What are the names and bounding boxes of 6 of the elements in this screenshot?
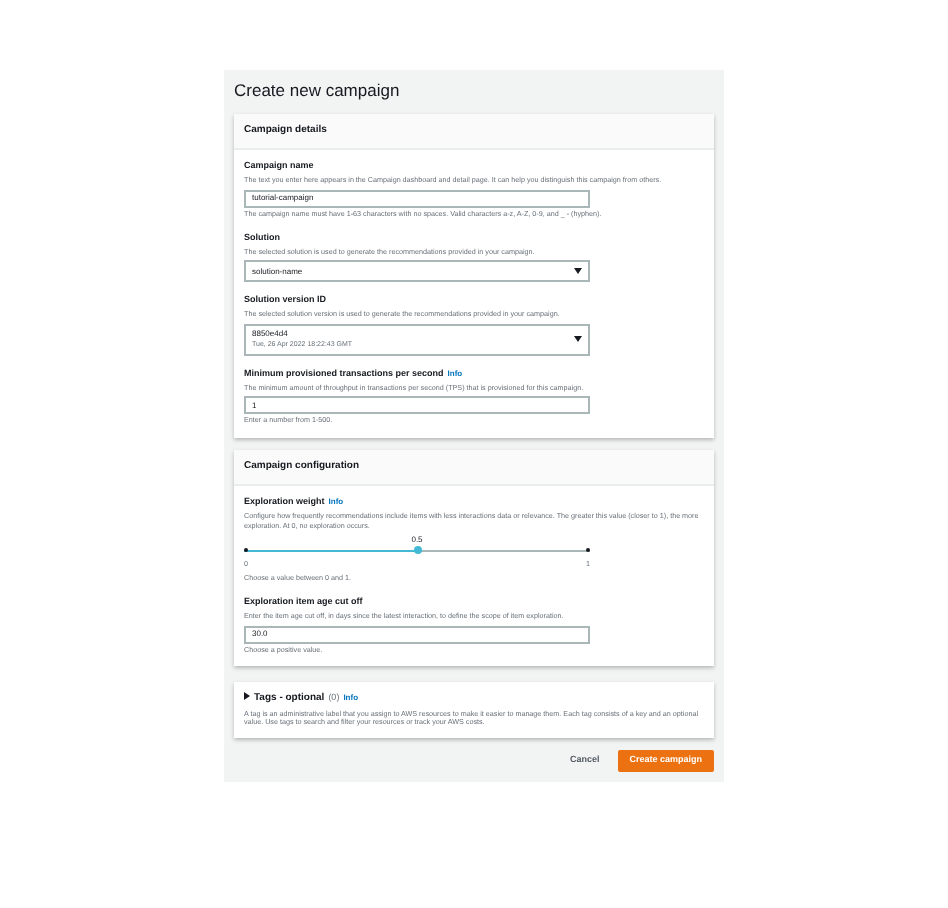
caret-icon — [574, 268, 582, 275]
slider-thumb[interactable] — [413, 546, 421, 555]
caret-icon — [574, 336, 582, 343]
tags-section[interactable] — [234, 682, 714, 738]
page-title: Create new campaign — [234, 80, 402, 102]
caret-icon — [244, 692, 250, 701]
